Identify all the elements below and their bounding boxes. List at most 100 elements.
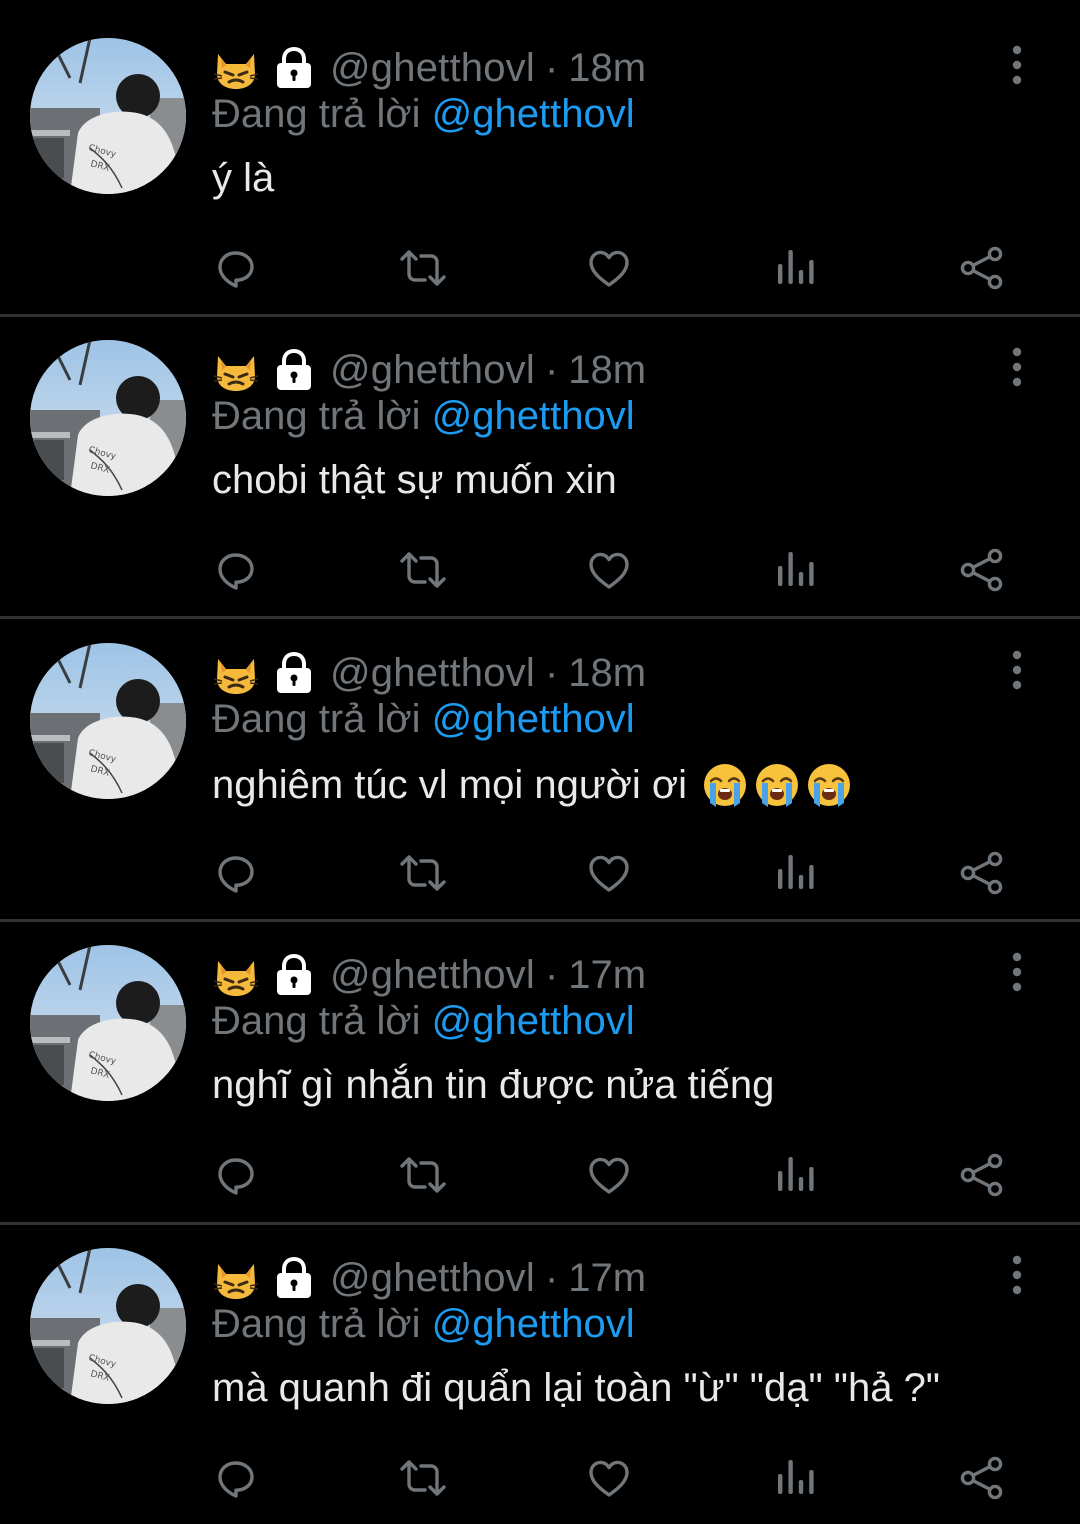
- tweet-actions: [0, 240, 1080, 296]
- cat-emoji-icon: [212, 346, 260, 394]
- reply-icon[interactable]: [208, 845, 264, 901]
- reply-mention-link[interactable]: @ghetthovl: [432, 92, 635, 136]
- timestamp[interactable]: 17m: [568, 953, 646, 998]
- views-icon[interactable]: [768, 845, 824, 901]
- avatar[interactable]: Chovy DRX: [30, 340, 186, 496]
- reply-icon[interactable]: [208, 542, 264, 598]
- tweet[interactable]: Chovy DRX @ghetthovl · 18m Đang trả lời …: [0, 316, 1080, 616]
- views-icon[interactable]: [768, 240, 824, 296]
- reply-to-line: Đang trả lời @ghetthovl: [212, 92, 635, 137]
- reply-to-line: Đang trả lời @ghetthovl: [212, 697, 635, 742]
- avatar[interactable]: Chovy DRX: [30, 643, 186, 799]
- separator-dot: ·: [544, 650, 559, 695]
- timestamp[interactable]: 17m: [568, 1256, 646, 1301]
- reply-to-line: Đang trả lời @ghetthovl: [212, 999, 635, 1044]
- views-icon[interactable]: [768, 1147, 824, 1203]
- reply-prefix: Đang trả lời: [212, 1302, 421, 1346]
- reply-icon[interactable]: [208, 1450, 264, 1506]
- divider: [0, 1222, 1080, 1225]
- share-icon[interactable]: [954, 1450, 1010, 1506]
- lock-icon: [272, 348, 316, 392]
- reply-to-line: Đang trả lời @ghetthovl: [212, 394, 635, 439]
- loudly-crying-face-icon: [753, 761, 801, 809]
- share-icon[interactable]: [954, 542, 1010, 598]
- timestamp[interactable]: 18m: [568, 348, 646, 393]
- reply-prefix: Đang trả lời: [212, 394, 421, 438]
- tweet-actions: [0, 1450, 1080, 1506]
- avatar[interactable]: Chovy DRX: [30, 1248, 186, 1404]
- like-icon[interactable]: [581, 240, 637, 296]
- separator-dot: ·: [544, 1255, 559, 1300]
- cat-emoji-icon: [212, 951, 260, 999]
- timestamp[interactable]: 18m: [568, 651, 646, 696]
- like-icon[interactable]: [581, 845, 637, 901]
- divider: [0, 919, 1080, 922]
- lock-icon: [272, 953, 316, 997]
- username-handle[interactable]: @ghetthovl: [330, 1256, 535, 1301]
- avatar[interactable]: Chovy DRX: [30, 945, 186, 1101]
- tweet[interactable]: Chovy DRX @ghetthovl · 18m Đang trả lời …: [0, 619, 1080, 919]
- retweet-icon[interactable]: [395, 240, 451, 296]
- reply-mention-link[interactable]: @ghetthovl: [432, 999, 635, 1043]
- like-icon[interactable]: [581, 1450, 637, 1506]
- tweet-header: @ghetthovl · 17m: [212, 1252, 646, 1304]
- tweet-text: chobi thật sự muốn xin: [212, 458, 617, 503]
- views-icon[interactable]: [768, 1450, 824, 1506]
- reply-to-line: Đang trả lời @ghetthovl: [212, 1302, 635, 1347]
- reply-mention-link[interactable]: @ghetthovl: [432, 394, 635, 438]
- reply-mention-link[interactable]: @ghetthovl: [432, 697, 635, 741]
- cat-emoji-icon: [212, 1254, 260, 1302]
- username-handle[interactable]: @ghetthovl: [330, 348, 535, 393]
- tweet-text: nghiêm túc vl mọi người ơi: [212, 761, 853, 809]
- separator-dot: ·: [544, 45, 559, 90]
- retweet-icon[interactable]: [395, 1450, 451, 1506]
- like-icon[interactable]: [581, 542, 637, 598]
- reply-icon[interactable]: [208, 240, 264, 296]
- share-icon[interactable]: [954, 845, 1010, 901]
- more-options-icon[interactable]: [1002, 649, 1032, 693]
- cat-emoji-icon: [212, 44, 260, 92]
- tweet[interactable]: Chovy DRX @ghetthovl · 18m Đang trả lời …: [0, 14, 1080, 314]
- retweet-icon[interactable]: [395, 542, 451, 598]
- tweet-text: nghĩ gì nhắn tin được nửa tiếng: [212, 1063, 774, 1108]
- cat-emoji-icon: [212, 649, 260, 697]
- views-icon[interactable]: [768, 542, 824, 598]
- tweet-text-content: nghiêm túc vl mọi người ơi: [212, 762, 687, 807]
- reply-prefix: Đang trả lời: [212, 999, 421, 1043]
- tweet-text-content: nghĩ gì nhắn tin được nửa tiếng: [212, 1063, 775, 1107]
- divider: [0, 314, 1080, 317]
- separator-dot: ·: [544, 347, 559, 392]
- reply-icon[interactable]: [208, 1147, 264, 1203]
- reply-prefix: Đang trả lời: [212, 92, 421, 136]
- username-handle[interactable]: @ghetthovl: [330, 651, 535, 696]
- tweet[interactable]: Chovy DRX @ghetthovl · 17m Đang trả lời …: [0, 921, 1080, 1221]
- tweet-actions: [0, 542, 1080, 598]
- tweet-text-content: chobi thật sự muốn xin: [212, 458, 617, 502]
- retweet-icon[interactable]: [395, 1147, 451, 1203]
- username-handle[interactable]: @ghetthovl: [330, 46, 535, 91]
- lock-icon: [272, 1256, 316, 1300]
- tweet-actions: [0, 1147, 1080, 1203]
- like-icon[interactable]: [581, 1147, 637, 1203]
- reply-mention-link[interactable]: @ghetthovl: [432, 1302, 635, 1346]
- tweet-actions: [0, 845, 1080, 901]
- more-options-icon[interactable]: [1002, 346, 1032, 390]
- more-options-icon[interactable]: [1002, 951, 1032, 995]
- divider: [0, 616, 1080, 619]
- loudly-crying-face-icon: [701, 761, 749, 809]
- username-handle[interactable]: @ghetthovl: [330, 953, 535, 998]
- avatar[interactable]: Chovy DRX: [30, 38, 186, 194]
- retweet-icon[interactable]: [395, 845, 451, 901]
- reply-prefix: Đang trả lời: [212, 697, 421, 741]
- share-icon[interactable]: [954, 240, 1010, 296]
- more-options-icon[interactable]: [1002, 1254, 1032, 1298]
- tweet-text: ý là: [212, 156, 274, 201]
- tweet-feed: Chovy DRX @ghetthovl · 18m Đang trả lời …: [0, 0, 1080, 1518]
- tweet[interactable]: Chovy DRX @ghetthovl · 17m Đang trả lời …: [0, 1224, 1080, 1524]
- timestamp[interactable]: 18m: [568, 46, 646, 91]
- more-options-icon[interactable]: [1002, 44, 1032, 88]
- share-icon[interactable]: [954, 1147, 1010, 1203]
- loudly-crying-face-icon: [805, 761, 853, 809]
- tweet-text-content: ý là: [212, 156, 275, 200]
- tweet-text: mà quanh đi quẩn lại toàn "ừ" "dạ" "hả ?…: [212, 1366, 940, 1411]
